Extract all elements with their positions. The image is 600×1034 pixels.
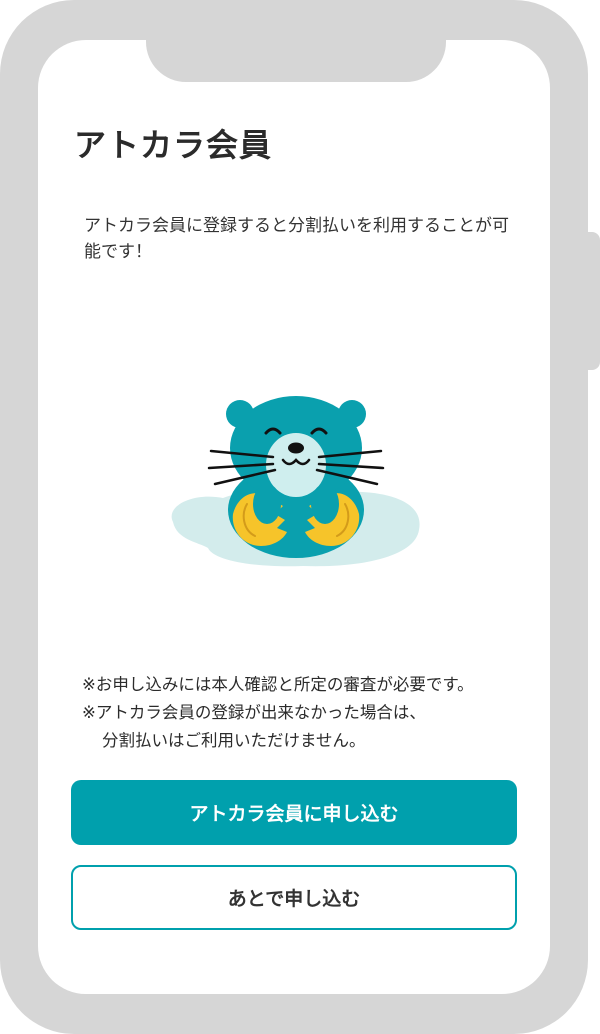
notes: ※お申し込みには本人確認と所定の審査が必要です。 ※アトカラ会員の登録が出来なか… bbox=[82, 671, 542, 755]
apply-membership-button[interactable]: アトカラ会員に申し込む bbox=[71, 780, 517, 845]
intro-text: アトカラ会員に登録すると分割払いを利用することが可能です！ bbox=[84, 216, 509, 262]
apply-later-button[interactable]: あとで申し込む bbox=[71, 865, 517, 930]
screen: アトカラ会員 アトカラ会員に登録すると分割払いを利用することが可能です！ ※お申… bbox=[38, 40, 550, 994]
note-line: ※お申し込みには本人確認と所定の審査が必要です。 bbox=[82, 675, 474, 694]
phone-notch bbox=[146, 40, 446, 82]
note-line: 分割払いはご利用いただけません。 bbox=[102, 731, 366, 750]
page-title: アトカラ会員 bbox=[74, 126, 273, 164]
otter-mascot-illustration bbox=[171, 396, 420, 567]
note-line: ※アトカラ会員の登録が出来なかった場合は、 bbox=[82, 703, 426, 722]
phone-side-button bbox=[586, 232, 600, 370]
